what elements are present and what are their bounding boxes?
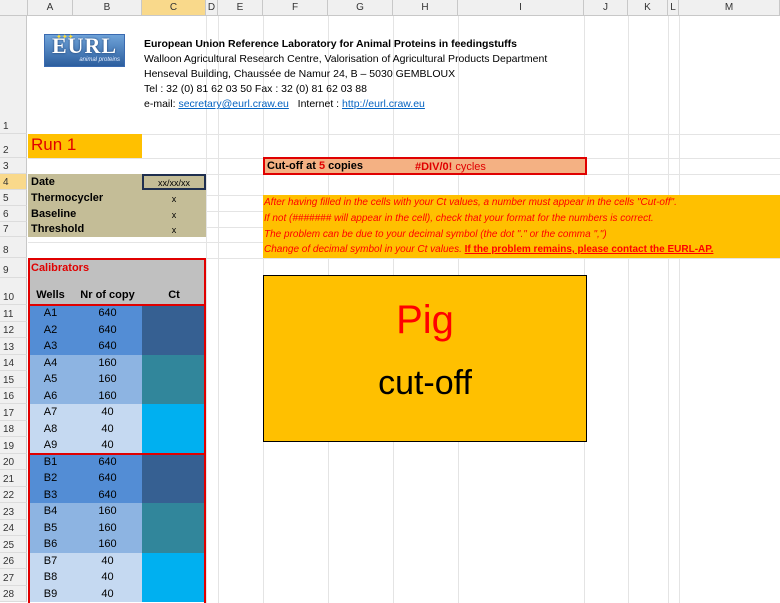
internet-prefix: Internet :: [297, 98, 343, 110]
row-header-21[interactable]: 21: [0, 470, 27, 487]
row-header-13[interactable]: 13: [0, 338, 27, 355]
row-header-2[interactable]: 2: [0, 134, 27, 158]
species-name: Pig: [396, 298, 454, 342]
column-header-h[interactable]: H: [393, 0, 458, 16]
row-header-18[interactable]: 18: [0, 421, 27, 437]
row-header-27[interactable]: 27: [0, 569, 27, 586]
row-header-3[interactable]: 3: [0, 158, 27, 174]
run-title-text: Run 1: [31, 135, 77, 154]
column-header-c[interactable]: C: [142, 0, 206, 16]
lab-name: European Union Reference Laboratory for …: [144, 38, 517, 50]
column-header-e[interactable]: E: [218, 0, 263, 16]
lab-address: Henseval Building, Chaussée de Namur 24,…: [144, 68, 456, 80]
internet-link[interactable]: http://eurl.craw.eu: [342, 98, 425, 110]
gridline: [679, 16, 680, 603]
date-label: Date: [31, 176, 55, 188]
baseline-value-cell[interactable]: x: [142, 210, 206, 220]
column-header-m[interactable]: M: [679, 0, 780, 16]
row-header-11[interactable]: 11: [0, 305, 27, 322]
row-header-5[interactable]: 5: [0, 190, 27, 206]
row-header-25[interactable]: 25: [0, 536, 27, 553]
row-header-28[interactable]: 28: [0, 586, 27, 602]
lab-contact: e-mail: secretary@eurl.craw.eu Internet …: [144, 98, 425, 110]
row-header-23[interactable]: 23: [0, 503, 27, 520]
instruction-line-1: After having filled in the cells with yo…: [264, 197, 677, 208]
row-header-4[interactable]: 4: [0, 174, 27, 190]
cutoff-prefix: Cut-off at: [267, 160, 319, 172]
row-header-20[interactable]: 20: [0, 454, 27, 470]
thermocycler-value-cell[interactable]: x: [142, 194, 206, 204]
row-header-9[interactable]: 9: [0, 258, 27, 278]
copy-column-header: Nr of copy: [80, 289, 135, 301]
gridline: [668, 16, 669, 603]
column-header-j[interactable]: J: [584, 0, 628, 16]
row-header-19[interactable]: 19: [0, 437, 27, 454]
row-header-24[interactable]: 24: [0, 520, 27, 536]
cutoff-copies-suffix: copies: [325, 160, 363, 172]
calibrators-title: Calibrators: [31, 262, 90, 274]
instruction-line-2: If not (####### will appear in the cell)…: [264, 213, 654, 224]
row-header-22[interactable]: 22: [0, 487, 27, 503]
lab-phone: Tel : 32 (0) 81 62 03 50 Fax : 32 (0) 81…: [144, 83, 367, 95]
contact-notice: If the problem remains, please contact t…: [464, 244, 714, 255]
row-header-1[interactable]: 1: [0, 16, 27, 134]
cutoff-result-suffix: cycles: [452, 161, 486, 173]
row-header-10[interactable]: 10: [0, 278, 27, 305]
run-title[interactable]: Run 1: [28, 134, 142, 158]
date-value-cell[interactable]: xx/xx/xx: [142, 174, 206, 190]
instruction-line-4-text: Change of decimal symbol in your Ct valu…: [264, 244, 465, 255]
column-header-l[interactable]: L: [668, 0, 679, 16]
threshold-label: Threshold: [31, 223, 85, 235]
wells-column-header: Wells: [36, 289, 65, 301]
gridline: [628, 16, 629, 603]
column-header-b[interactable]: B: [73, 0, 142, 16]
logo-stars-icon: ✦✦✦: [56, 34, 74, 41]
baseline-label: Baseline: [31, 208, 77, 220]
column-header-g[interactable]: G: [328, 0, 393, 16]
row-header-8[interactable]: 8: [0, 237, 27, 258]
row-header-14[interactable]: 14: [0, 355, 27, 371]
instruction-line-3: The problem can be due to your decimal s…: [264, 229, 607, 240]
column-header-a[interactable]: A: [28, 0, 73, 16]
row-header-15[interactable]: 15: [0, 371, 27, 388]
cutoff-result: #DIV/0! cycles: [415, 161, 486, 173]
column-header-k[interactable]: K: [628, 0, 668, 16]
thermocycler-label: Thermocycler: [31, 192, 104, 204]
lab-department: Walloon Agricultural Research Centre, Va…: [144, 53, 548, 65]
row-header-12[interactable]: 12: [0, 322, 27, 338]
ct-column-header: Ct: [168, 289, 180, 301]
cutoff-result-value: #DIV/0!: [415, 161, 453, 173]
calibrators-divider: [28, 453, 206, 455]
species-caption: cut-off: [378, 364, 472, 402]
row-header-16[interactable]: 16: [0, 388, 27, 404]
row-header-7[interactable]: 7: [0, 222, 27, 237]
row-header-17[interactable]: 17: [0, 404, 27, 421]
select-all-corner[interactable]: [0, 0, 28, 16]
email-link[interactable]: secretary@eurl.craw.eu: [178, 98, 288, 110]
calibrators-top-border: [28, 304, 206, 306]
column-header-i[interactable]: I: [458, 0, 584, 16]
species-cutoff-box[interactable]: Pig cut-off: [263, 275, 587, 442]
row-header-26[interactable]: 26: [0, 553, 27, 569]
row-header-6[interactable]: 6: [0, 206, 27, 222]
column-header-d[interactable]: D: [206, 0, 218, 16]
column-header-f[interactable]: F: [263, 0, 328, 16]
email-prefix: e-mail:: [144, 98, 179, 110]
threshold-value-cell[interactable]: x: [142, 225, 206, 235]
instruction-line-4: Change of decimal symbol in your Ct valu…: [264, 244, 713, 255]
